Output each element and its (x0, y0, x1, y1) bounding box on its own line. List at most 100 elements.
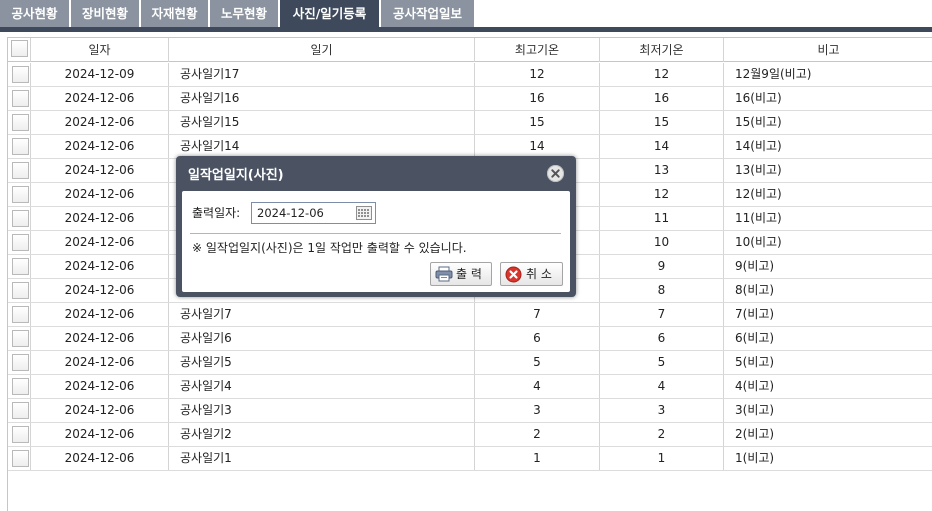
row-select-cell (8, 303, 31, 326)
row-note: 16(비고) (735, 91, 782, 105)
row-date: 2024-12-06 (31, 303, 169, 326)
row-select-cell (8, 279, 31, 302)
row-date: 2024-12-06 (31, 231, 169, 254)
print-date-field[interactable] (251, 202, 376, 224)
row-select-cell (8, 255, 31, 278)
header-high-temp[interactable]: 최고기온 (475, 38, 600, 62)
daily-work-log-dialog: 일작업일지(사진) 출력일자: ※ 일작업일지(사진)은 1일 작업만 출력할 … (176, 156, 576, 297)
row-low-temp: 14 (600, 135, 724, 158)
row-low-temp: 12 (600, 183, 724, 206)
header-date[interactable]: 일자 (31, 38, 169, 62)
table-row[interactable]: 2024-12-09 공사일기17 12 12 12월9일(비고) (8, 63, 932, 87)
row-select-cell (8, 135, 31, 158)
row-high-temp: 3 (475, 399, 600, 422)
table-row[interactable]: 2024-12-06 공사일기2 2 2 2(비고) (8, 423, 932, 447)
print-button-label: 출 력 (456, 267, 482, 281)
row-note: 11(비고) (735, 211, 782, 225)
row-checkbox[interactable] (12, 114, 29, 131)
row-low-temp: 6 (600, 327, 724, 350)
row-date: 2024-12-06 (31, 279, 169, 302)
print-button[interactable]: 출 력 (430, 262, 492, 286)
row-select-cell (8, 447, 31, 470)
row-checkbox[interactable] (12, 354, 29, 371)
print-date-input[interactable] (254, 204, 350, 222)
row-select-cell (8, 183, 31, 206)
tab-photo-diary-register[interactable]: 사진/일기등록 (280, 0, 379, 27)
row-low-temp: 13 (600, 159, 724, 182)
dialog-title: 일작업일지(사진) (188, 168, 284, 183)
row-low-temp: 15 (600, 111, 724, 134)
dialog-body: 출력일자: ※ 일작업일지(사진)은 1일 작업만 출력할 수 있습니다. 출 (182, 191, 570, 292)
cancel-icon (505, 266, 522, 283)
row-checkbox[interactable] (12, 234, 29, 251)
row-checkbox[interactable] (12, 258, 29, 275)
row-note: 3(비고) (735, 403, 775, 417)
row-diary-title: 공사일기2 (169, 423, 475, 446)
table-row[interactable]: 2024-12-06 공사일기6 6 6 6(비고) (8, 327, 932, 351)
tab-material-status[interactable]: 자재현황 (141, 0, 208, 27)
calendar-icon[interactable] (356, 206, 372, 220)
row-date: 2024-12-09 (31, 63, 169, 86)
row-high-temp: 2 (475, 423, 600, 446)
row-note: 15(비고) (735, 115, 782, 129)
printer-icon (435, 266, 453, 282)
dialog-notice: ※ 일작업일지(사진)은 1일 작업만 출력할 수 있습니다. (192, 241, 467, 255)
row-note: 9(비고) (735, 259, 775, 273)
row-checkbox[interactable] (12, 138, 29, 155)
row-diary-title: 공사일기4 (169, 375, 475, 398)
row-note: 5(비고) (735, 355, 775, 369)
row-high-temp: 7 (475, 303, 600, 326)
row-note: 14(비고) (735, 139, 782, 153)
row-low-temp: 2 (600, 423, 724, 446)
tab-labor-status[interactable]: 노무현황 (210, 0, 278, 27)
row-select-cell (8, 159, 31, 182)
row-high-temp: 12 (475, 63, 600, 86)
row-date: 2024-12-06 (31, 399, 169, 422)
table-row[interactable]: 2024-12-06 공사일기3 3 3 3(비고) (8, 399, 932, 423)
select-all-checkbox[interactable] (11, 40, 28, 57)
row-diary-title: 공사일기3 (169, 399, 475, 422)
row-checkbox[interactable] (12, 210, 29, 227)
row-checkbox[interactable] (12, 426, 29, 443)
row-low-temp: 3 (600, 399, 724, 422)
table-row[interactable]: 2024-12-06 공사일기1 1 1 1(비고) (8, 447, 932, 471)
tab-construction-status[interactable]: 공사현황 (0, 0, 69, 27)
table-row[interactable]: 2024-12-06 공사일기15 15 15 15(비고) (8, 111, 932, 135)
row-checkbox[interactable] (12, 306, 29, 323)
row-low-temp: 4 (600, 375, 724, 398)
row-date: 2024-12-06 (31, 375, 169, 398)
row-note: 12월9일(비고) (735, 67, 812, 81)
cancel-button[interactable]: 취 소 (500, 262, 563, 286)
table-row[interactable]: 2024-12-06 공사일기16 16 16 16(비고) (8, 87, 932, 111)
row-diary-title: 공사일기7 (169, 303, 475, 326)
row-checkbox[interactable] (12, 282, 29, 299)
row-checkbox[interactable] (12, 378, 29, 395)
tab-equipment-status[interactable]: 장비현황 (71, 0, 139, 27)
table-row[interactable]: 2024-12-06 공사일기4 4 4 4(비고) (8, 375, 932, 399)
row-date: 2024-12-06 (31, 351, 169, 374)
row-checkbox[interactable] (12, 90, 29, 107)
row-select-cell (8, 375, 31, 398)
row-checkbox[interactable] (12, 450, 29, 467)
close-icon[interactable] (547, 165, 564, 182)
row-date: 2024-12-06 (31, 255, 169, 278)
row-high-temp: 14 (475, 135, 600, 158)
row-high-temp: 5 (475, 351, 600, 374)
table-row[interactable]: 2024-12-06 공사일기7 7 7 7(비고) (8, 303, 932, 327)
header-diary[interactable]: 일기 (169, 38, 475, 62)
row-low-temp: 11 (600, 207, 724, 230)
row-checkbox[interactable] (12, 162, 29, 179)
row-diary-title: 공사일기1 (169, 447, 475, 470)
table-row[interactable]: 2024-12-06 공사일기5 5 5 5(비고) (8, 351, 932, 375)
tab-construction-daily-report[interactable]: 공사작업일보 (381, 0, 474, 27)
row-select-cell (8, 111, 31, 134)
row-note: 10(비고) (735, 235, 782, 249)
row-checkbox[interactable] (12, 330, 29, 347)
row-checkbox[interactable] (12, 402, 29, 419)
header-low-temp[interactable]: 최저기온 (600, 38, 724, 62)
row-note: 12(비고) (735, 187, 782, 201)
row-low-temp: 7 (600, 303, 724, 326)
header-note[interactable]: 비고 (724, 38, 932, 62)
row-checkbox[interactable] (12, 186, 29, 203)
row-checkbox[interactable] (12, 66, 29, 83)
